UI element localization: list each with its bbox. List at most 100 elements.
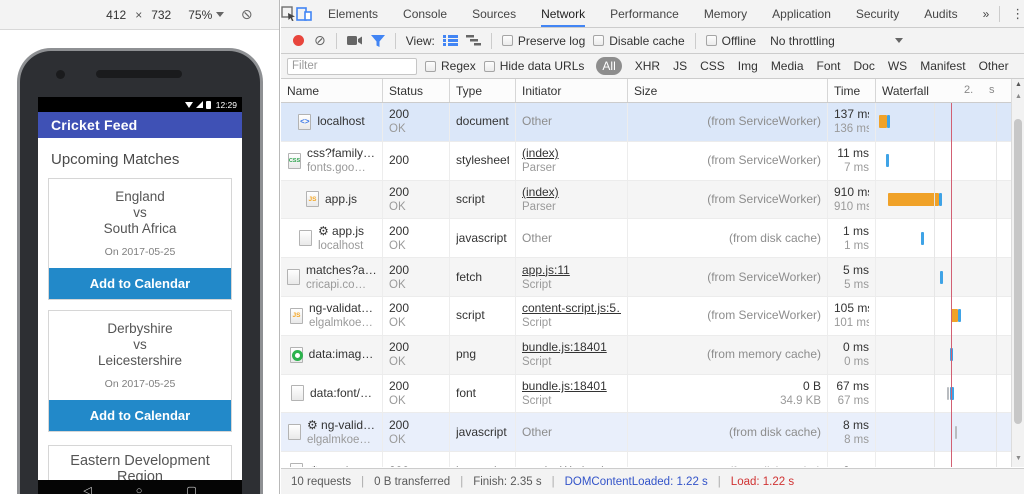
tab-audits[interactable]: Audits bbox=[924, 0, 957, 27]
divider: | bbox=[551, 475, 555, 488]
tab-elements[interactable]: Elements bbox=[328, 0, 378, 27]
load-time: Load: 1.22 s bbox=[730, 475, 795, 488]
tab-sources[interactable]: Sources bbox=[472, 0, 516, 27]
screenshot-root: 412 × 732 75% ⊘ 12:29 Cricket Feed Upcom… bbox=[0, 0, 1024, 494]
add-to-calendar-button[interactable]: Add to Calendar bbox=[49, 268, 231, 299]
table-row[interactable]: <> localhost 200 OK document Other (from S… bbox=[281, 103, 1024, 142]
table-row[interactable]: matches?a… cricapi.co… 200 OK fetch app.js… bbox=[281, 258, 1024, 297]
waterfall-bar bbox=[876, 142, 1024, 180]
filter-pill-media[interactable]: Media bbox=[771, 59, 804, 73]
divider bbox=[335, 32, 337, 49]
checkbox-icon bbox=[593, 35, 605, 46]
scrollbar-thumb[interactable] bbox=[1014, 119, 1022, 424]
filter-pill-ws[interactable]: WS bbox=[888, 59, 907, 73]
filter-pill-js[interactable]: JS bbox=[673, 59, 687, 73]
home-button[interactable]: ○ bbox=[136, 486, 143, 494]
preserve-log-checkbox[interactable]: Preserve log bbox=[501, 34, 585, 48]
disable-cache-checkbox[interactable]: Disable cache bbox=[593, 34, 685, 48]
section-title: Upcoming Matches bbox=[51, 151, 180, 168]
offline-checkbox[interactable]: Offline bbox=[705, 34, 756, 48]
column-header-time[interactable]: Time bbox=[828, 79, 876, 102]
divider: | bbox=[717, 475, 721, 488]
throttle-block-icon[interactable]: ⊘ bbox=[241, 6, 253, 23]
tab-memory[interactable]: Memory bbox=[704, 0, 747, 27]
filter-pill-css[interactable]: CSS bbox=[700, 59, 725, 73]
font-file-icon bbox=[290, 385, 304, 402]
device-height-field[interactable]: 732 bbox=[151, 8, 171, 22]
divider bbox=[694, 32, 696, 49]
device-toolbar-toggle-icon[interactable] bbox=[296, 0, 312, 27]
throttling-select[interactable]: No throttling bbox=[770, 34, 903, 48]
filter-pill-img[interactable]: Img bbox=[738, 59, 758, 73]
transferred-size: 0 B transferred bbox=[374, 475, 451, 488]
tab-console[interactable]: Console bbox=[403, 0, 447, 27]
hide-data-urls-checkbox[interactable]: Hide data URLs bbox=[483, 59, 584, 73]
android-statusbar: 12:29 bbox=[38, 97, 242, 112]
record-button[interactable] bbox=[293, 35, 304, 46]
image-icon bbox=[289, 346, 303, 363]
large-rows-view-icon[interactable] bbox=[442, 35, 458, 46]
waterfall-bar bbox=[876, 297, 1024, 335]
waterfall-bar bbox=[876, 336, 1024, 374]
table-row[interactable]: ⚙ app.js localhost 200 OK javascript Other… bbox=[281, 219, 1024, 259]
filter-input[interactable] bbox=[287, 57, 417, 75]
tabs-overflow-chevron[interactable]: » bbox=[983, 7, 990, 21]
table-header: Name Status Type Initiator Size Time Wat… bbox=[281, 79, 1024, 103]
column-header-initiator[interactable]: Initiator bbox=[516, 79, 628, 102]
filter-pill-xhr[interactable]: XHR bbox=[635, 59, 660, 73]
match-card: Eastern Development Region vs bbox=[48, 445, 232, 480]
table-row[interactable]: data:font/… 200 OK font bundle.js:18401 Sc… bbox=[281, 374, 1024, 414]
checkbox-icon bbox=[425, 60, 436, 72]
scroll-up-icon[interactable]: ▲ bbox=[1012, 79, 1024, 91]
overview-view-icon[interactable] bbox=[465, 35, 481, 46]
scroll-down-icon[interactable]: ▼ bbox=[1012, 453, 1024, 465]
clear-icon[interactable]: ⊘ bbox=[314, 32, 326, 49]
more-menu-icon[interactable]: ⋮ bbox=[1004, 6, 1024, 22]
script-icon: JS bbox=[289, 307, 303, 324]
column-header-size[interactable]: Size bbox=[628, 79, 828, 102]
device-width-field[interactable]: 412 bbox=[106, 8, 126, 22]
zoom-select[interactable]: 75% bbox=[188, 8, 225, 22]
table-row[interactable]: ⚙ service… 200 javascript serviceWorker.… bbox=[281, 452, 1024, 467]
filter-pill-doc[interactable]: Doc bbox=[854, 59, 875, 73]
table-row[interactable]: ⚙ ng-valid… elgalmkoe… 200 OK javascript O… bbox=[281, 413, 1024, 453]
finish-time: Finish: 2.35 s bbox=[473, 475, 542, 488]
column-header-type[interactable]: Type bbox=[450, 79, 516, 102]
column-header-waterfall[interactable]: Waterfall bbox=[876, 79, 1024, 102]
tab-network[interactable]: Network bbox=[541, 0, 586, 27]
filter-pill-all[interactable]: All bbox=[596, 57, 622, 75]
scrollbar[interactable]: ▲ ▲ ▼ bbox=[1011, 79, 1024, 467]
filter-pill-font[interactable]: Font bbox=[817, 59, 841, 73]
filter-pill-other[interactable]: Other bbox=[979, 59, 1009, 73]
add-to-calendar-button[interactable]: Add to Calendar bbox=[49, 400, 231, 431]
view-label: View: bbox=[405, 33, 435, 48]
waterfall-bar bbox=[876, 258, 1024, 296]
waterfall-bar bbox=[876, 375, 1024, 413]
table-row[interactable]: JS app.js 200 OK script (index) Parser (fro… bbox=[281, 180, 1024, 220]
table-row[interactable]: CSS css?family… fonts.goo… 200 stylesheet … bbox=[281, 141, 1024, 181]
regex-checkbox[interactable]: Regex bbox=[425, 59, 476, 73]
column-header-status[interactable]: Status bbox=[383, 79, 450, 102]
scroll-up-icon[interactable]: ▲ bbox=[1012, 91, 1024, 103]
checkbox-icon bbox=[501, 35, 513, 46]
capture-screenshots-icon[interactable] bbox=[346, 35, 363, 46]
tab-performance[interactable]: Performance bbox=[610, 0, 679, 27]
inspect-element-icon[interactable] bbox=[281, 0, 296, 27]
app-title-bar: Cricket Feed bbox=[38, 112, 242, 138]
match-teams: England vs South Africa bbox=[103, 189, 177, 236]
table-row[interactable]: JS ng-validat… elgalmkoe… 200 OK script con… bbox=[281, 296, 1024, 336]
tab-security[interactable]: Security bbox=[856, 0, 899, 27]
match-teams: Derbyshire vs Leicestershire bbox=[97, 321, 183, 368]
match-card: England vs South Africa On 2017-05-25 Ad… bbox=[48, 178, 232, 300]
tab-application[interactable]: Application bbox=[772, 0, 831, 27]
recents-button[interactable]: ▢ bbox=[186, 486, 196, 494]
domcontentloaded-time: DOMContentLoaded: 1.22 s bbox=[564, 475, 708, 488]
match-card: Derbyshire vs Leicestershire On 2017-05-… bbox=[48, 310, 232, 432]
requests-count: 10 requests bbox=[291, 475, 352, 488]
filter-funnel-icon[interactable] bbox=[370, 34, 385, 47]
table-row[interactable]: data:imag… 200 OK png bundle.js:18401 Scri… bbox=[281, 335, 1024, 375]
back-button[interactable]: ◁ bbox=[83, 486, 91, 494]
device-emulation-pane: 412 × 732 75% ⊘ 12:29 Cricket Feed Upcom… bbox=[0, 0, 280, 494]
filter-pill-manifest[interactable]: Manifest bbox=[920, 59, 965, 73]
column-header-name[interactable]: Name bbox=[281, 79, 383, 102]
